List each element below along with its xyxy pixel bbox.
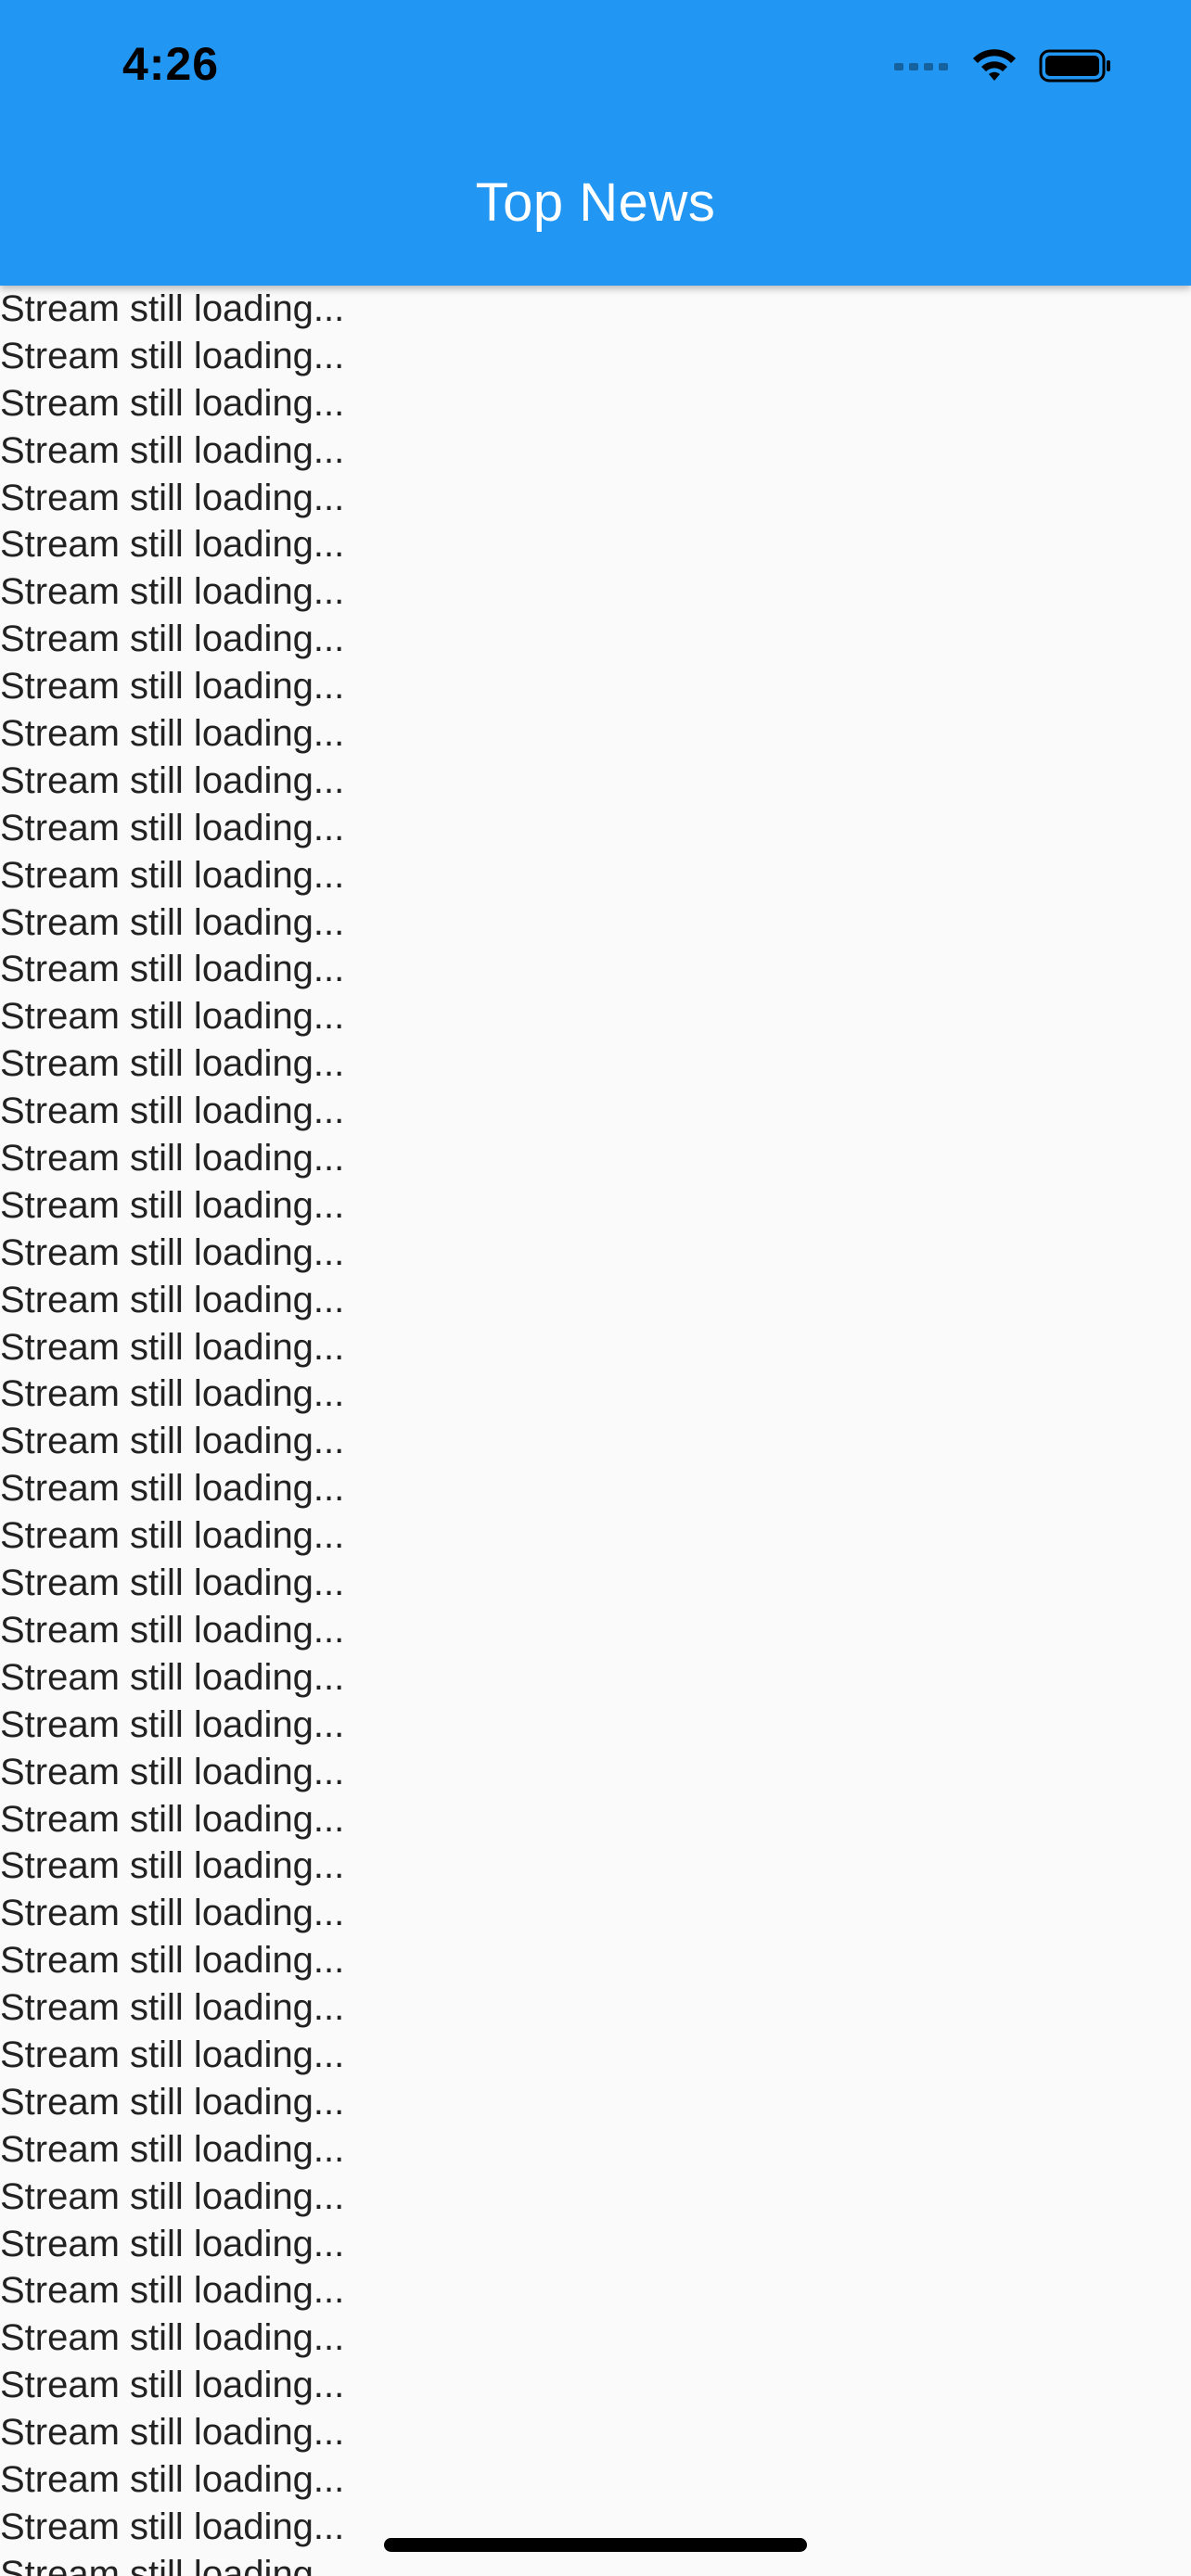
- list-item: Stream still loading...: [0, 1703, 345, 1745]
- list-item: Stream still loading...: [0, 949, 345, 990]
- list-item: Stream still loading...: [0, 429, 345, 471]
- list-item: Stream still loading...: [0, 1138, 345, 1180]
- list-item: Stream still loading...: [0, 2034, 345, 2075]
- list-item: Stream still loading...: [0, 477, 345, 518]
- list-item: Stream still loading...: [0, 1562, 345, 1604]
- list-item: Stream still loading...: [0, 382, 345, 424]
- status-time: 4:26: [122, 38, 220, 90]
- list-item: Stream still loading...: [0, 1893, 345, 1934]
- list-item: Stream still loading...: [0, 1231, 345, 1273]
- list-item: Stream still loading...: [0, 2458, 345, 2500]
- home-indicator[interactable]: [384, 2538, 807, 2552]
- list-item: Stream still loading...: [0, 2553, 345, 2576]
- list-item: Stream still loading...: [0, 2081, 345, 2123]
- list-item: Stream still loading...: [0, 1184, 345, 1226]
- list-item: Stream still loading...: [0, 713, 345, 755]
- list-item: Stream still loading...: [0, 996, 345, 1038]
- list-item: Stream still loading...: [0, 1798, 345, 1840]
- list-item: Stream still loading...: [0, 618, 345, 660]
- list-item: Stream still loading...: [0, 759, 345, 801]
- list-item: Stream still loading...: [0, 524, 345, 566]
- list-item: Stream still loading...: [0, 2128, 345, 2170]
- list-item: Stream still loading...: [0, 1609, 345, 1651]
- list-item: Stream still loading...: [0, 571, 345, 613]
- list-item: Stream still loading...: [0, 1751, 345, 1792]
- list-item: Stream still loading...: [0, 1468, 345, 1510]
- list-item: Stream still loading...: [0, 288, 345, 329]
- wifi-icon: [970, 47, 1018, 89]
- list-item: Stream still loading...: [0, 1987, 345, 2029]
- list-item: Stream still loading...: [0, 2317, 345, 2359]
- list-item: Stream still loading...: [0, 854, 345, 896]
- list-item: Stream still loading...: [0, 1043, 345, 1085]
- news-list-inner: Stream still loading... Stream still load…: [0, 286, 1191, 2576]
- news-list[interactable]: Stream still loading... Stream still load…: [0, 286, 1191, 2576]
- list-item: Stream still loading...: [0, 2223, 345, 2264]
- list-item: Stream still loading...: [0, 1373, 345, 1415]
- list-item: Stream still loading...: [0, 2412, 345, 2454]
- list-item: Stream still loading...: [0, 1279, 345, 1320]
- list-item: Stream still loading...: [0, 1940, 345, 1982]
- list-item: Stream still loading...: [0, 335, 345, 376]
- app-bar: 4:26 Top News: [0, 0, 1191, 286]
- list-item: Stream still loading...: [0, 1656, 345, 1698]
- list-item: Stream still loading...: [0, 901, 345, 943]
- list-item: Stream still loading...: [0, 807, 345, 848]
- list-item: Stream still loading...: [0, 1845, 345, 1887]
- list-item: Stream still loading...: [0, 1515, 345, 1557]
- list-item: Stream still loading...: [0, 2175, 345, 2217]
- list-item: Stream still loading...: [0, 2365, 345, 2406]
- cellular-signal-icon: [894, 59, 950, 77]
- list-item: Stream still loading...: [0, 1421, 345, 1462]
- list-item: Stream still loading...: [0, 1326, 345, 1368]
- battery-icon: [1039, 47, 1113, 89]
- list-item: Stream still loading...: [0, 2270, 345, 2312]
- status-icons: [894, 45, 1113, 91]
- list-item: Stream still loading...: [0, 666, 345, 708]
- page-title: Top News: [475, 172, 716, 233]
- list-item: Stream still loading...: [0, 1090, 345, 1132]
